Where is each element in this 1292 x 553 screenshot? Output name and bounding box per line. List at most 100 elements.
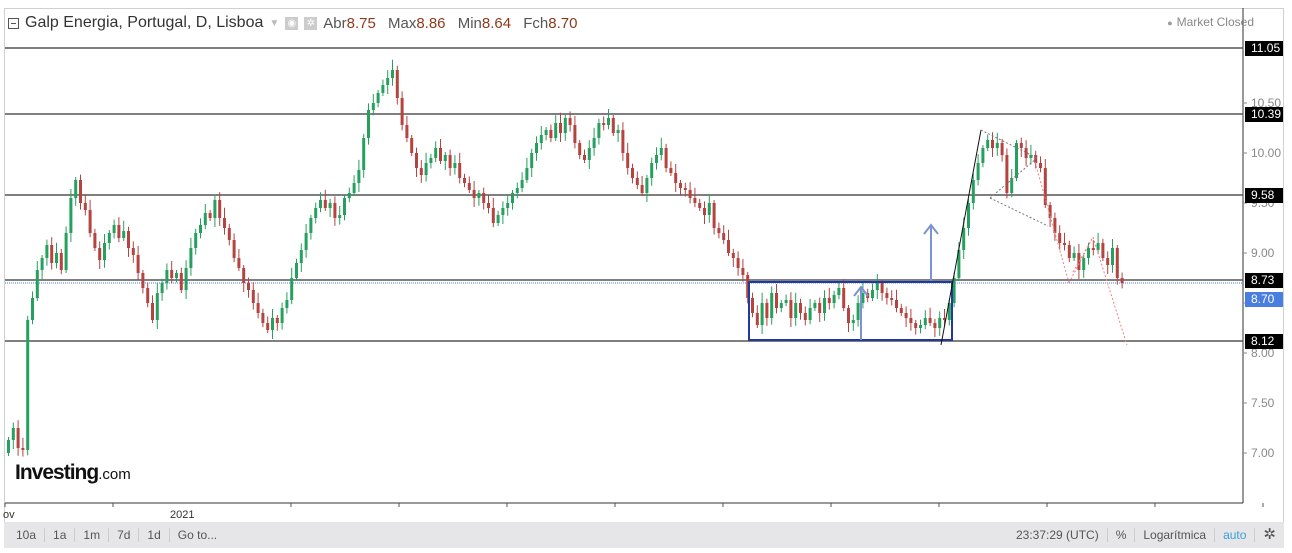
candle-body (698, 203, 702, 208)
candle-body (213, 200, 217, 218)
eye-icon[interactable]: ◉ (285, 16, 299, 30)
candle-body (578, 143, 582, 155)
candle (487, 195, 490, 214)
candle (823, 290, 826, 321)
candle-body (827, 298, 831, 303)
candle-body (928, 318, 932, 323)
candle (55, 242, 58, 269)
candle-body (1087, 248, 1090, 258)
candle (256, 292, 260, 319)
candle-body (1111, 248, 1114, 265)
candle-body (717, 228, 721, 233)
candle (722, 225, 726, 245)
market-status: Market Closed (1167, 15, 1254, 29)
candle (453, 155, 457, 175)
percent-toggle[interactable]: % (1108, 528, 1136, 542)
candle (285, 292, 289, 314)
candle (1010, 169, 1014, 198)
candle-body (640, 185, 644, 193)
candle-body (242, 268, 246, 283)
candle-body (275, 318, 279, 323)
candle (717, 222, 721, 239)
candle-body (151, 303, 154, 320)
range-1m[interactable]: 1m (75, 528, 110, 542)
candle (611, 115, 615, 136)
settings-gear-icon[interactable]: ✲ (1255, 527, 1284, 542)
candle-body (338, 215, 342, 218)
candle (856, 295, 860, 327)
candle-body (530, 153, 534, 168)
candle-body (280, 308, 284, 323)
candle (11, 422, 15, 449)
goto-button[interactable]: Go to... (170, 528, 225, 542)
candle-body (880, 283, 884, 293)
candle (515, 182, 519, 199)
candle-body (520, 180, 524, 188)
collapse-icon[interactable] (8, 17, 19, 29)
candlestick-chart[interactable]: 10.5010.009.509.008.508.007.507.0011.051… (0, 0, 1292, 553)
candle (251, 282, 255, 310)
candle-body (856, 303, 860, 320)
candle-body (410, 138, 414, 153)
candle-body (813, 303, 817, 308)
range-7d[interactable]: 7d (109, 528, 140, 542)
candle (914, 320, 918, 335)
candle (583, 149, 586, 163)
candle (35, 261, 39, 301)
candle (1024, 140, 1028, 166)
auto-toggle[interactable]: auto (1215, 528, 1256, 542)
candle (602, 116, 606, 131)
candle-body (343, 198, 346, 215)
candle-body (770, 293, 774, 318)
candle (789, 292, 793, 327)
candle (184, 260, 188, 299)
candle (496, 210, 500, 226)
candle-body (50, 245, 54, 263)
candle (659, 137, 663, 161)
candle (458, 152, 462, 184)
candle-body (155, 293, 159, 320)
candle-body (458, 163, 462, 178)
candle-body (467, 183, 471, 190)
candle-body (563, 118, 567, 133)
candle-body (607, 118, 610, 125)
candle (338, 206, 342, 225)
candle-body (299, 250, 303, 263)
candle-body (554, 123, 558, 138)
candle (679, 180, 682, 196)
range-1d[interactable]: 1d (139, 528, 170, 542)
candle-body (309, 218, 313, 233)
candle-body (477, 193, 481, 198)
candle (573, 116, 577, 149)
gear-icon[interactable]: ✲ (304, 16, 318, 30)
candle (626, 142, 630, 175)
candle (472, 181, 476, 207)
candle-body (568, 118, 572, 125)
candle (429, 153, 433, 169)
candle-body (127, 231, 130, 248)
candle (851, 314, 855, 331)
candle-body (179, 273, 183, 290)
candle-body (247, 283, 250, 290)
candle-body (871, 290, 874, 298)
candle-body (559, 123, 562, 133)
candle (741, 259, 745, 282)
candle (895, 289, 898, 313)
candle-body (271, 318, 274, 330)
range-10a[interactable]: 10a (4, 528, 46, 542)
candle (199, 218, 202, 239)
candle-body (832, 295, 836, 303)
candle (299, 243, 303, 272)
candle (16, 420, 20, 456)
instrument-title[interactable]: Galp Energia, Portugal, D, Lisboa (25, 14, 263, 32)
log-toggle[interactable]: Logarítmica (1135, 528, 1216, 542)
candle (904, 306, 908, 327)
range-1a[interactable]: 1a (45, 528, 76, 542)
candle-body (626, 153, 630, 168)
chevron-down-icon[interactable]: ▼ (269, 18, 279, 29)
candle-body (650, 163, 654, 178)
candle (415, 147, 418, 177)
candle-body (1039, 163, 1042, 168)
candle (981, 145, 985, 168)
candle-body (731, 253, 735, 258)
